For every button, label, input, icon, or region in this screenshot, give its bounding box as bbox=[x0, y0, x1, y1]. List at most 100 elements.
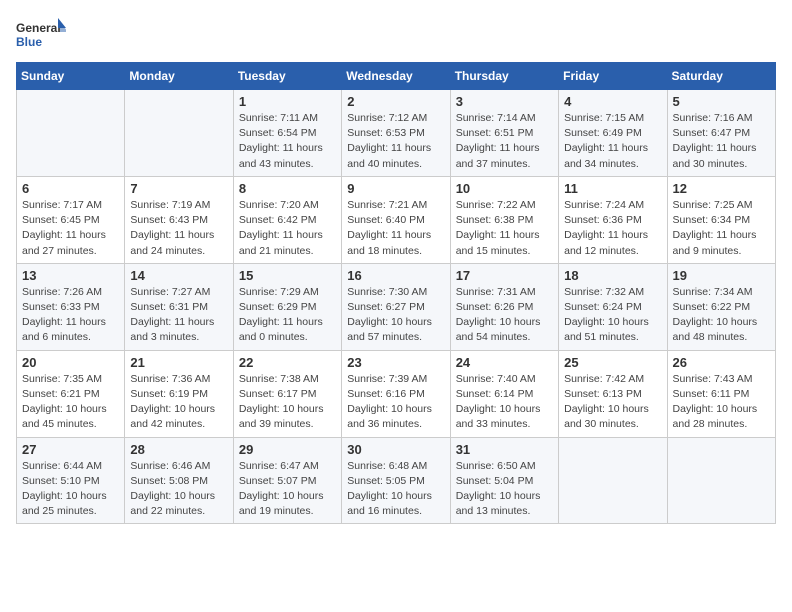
day-info: Sunrise: 7:25 AMSunset: 6:34 PMDaylight:… bbox=[673, 198, 770, 259]
svg-text:General: General bbox=[16, 21, 61, 35]
day-number: 31 bbox=[456, 442, 553, 457]
day-number: 23 bbox=[347, 355, 444, 370]
day-info: Sunrise: 7:22 AMSunset: 6:38 PMDaylight:… bbox=[456, 198, 553, 259]
day-info: Sunrise: 7:39 AMSunset: 6:16 PMDaylight:… bbox=[347, 372, 444, 433]
calendar-cell: 20Sunrise: 7:35 AMSunset: 6:21 PMDayligh… bbox=[17, 350, 125, 437]
day-info: Sunrise: 6:46 AMSunset: 5:08 PMDaylight:… bbox=[130, 459, 227, 520]
calendar-week-row: 20Sunrise: 7:35 AMSunset: 6:21 PMDayligh… bbox=[17, 350, 776, 437]
day-info: Sunrise: 7:24 AMSunset: 6:36 PMDaylight:… bbox=[564, 198, 661, 259]
calendar-cell: 7Sunrise: 7:19 AMSunset: 6:43 PMDaylight… bbox=[125, 176, 233, 263]
day-info: Sunrise: 7:32 AMSunset: 6:24 PMDaylight:… bbox=[564, 285, 661, 346]
day-info: Sunrise: 6:48 AMSunset: 5:05 PMDaylight:… bbox=[347, 459, 444, 520]
calendar-cell: 23 Sunrise: 7:39 AMSunset: 6:16 PMDayligh… bbox=[342, 350, 450, 437]
day-header-wednesday: Wednesday bbox=[342, 63, 450, 90]
calendar-cell: 17Sunrise: 7:31 AMSunset: 6:26 PMDayligh… bbox=[450, 263, 558, 350]
day-number: 27 bbox=[22, 442, 119, 457]
calendar-cell: 19Sunrise: 7:34 AMSunset: 6:22 PMDayligh… bbox=[667, 263, 775, 350]
day-header-saturday: Saturday bbox=[667, 63, 775, 90]
day-number: 1 bbox=[239, 94, 336, 109]
day-info: Sunrise: 7:29 AMSunset: 6:29 PMDaylight:… bbox=[239, 285, 336, 346]
day-info: Sunrise: 7:42 AMSunset: 6:13 PMDaylight:… bbox=[564, 372, 661, 433]
day-info: Sunrise: 7:21 AMSunset: 6:40 PMDaylight:… bbox=[347, 198, 444, 259]
day-number: 29 bbox=[239, 442, 336, 457]
day-number: 28 bbox=[130, 442, 227, 457]
calendar-cell: 4 Sunrise: 7:15 AMSunset: 6:49 PMDaylight… bbox=[559, 90, 667, 177]
calendar-cell: 14 Sunrise: 7:27 AMSunset: 6:31 PMDayligh… bbox=[125, 263, 233, 350]
day-number: 24 bbox=[456, 355, 553, 370]
day-number: 18 bbox=[564, 268, 661, 283]
logo: General Blue bbox=[16, 16, 66, 54]
day-number: 8 bbox=[239, 181, 336, 196]
calendar-cell bbox=[17, 90, 125, 177]
day-header-monday: Monday bbox=[125, 63, 233, 90]
day-info: Sunrise: 7:27 AMSunset: 6:31 PMDaylight:… bbox=[130, 285, 227, 346]
day-info: Sunrise: 6:47 AMSunset: 5:07 PMDaylight:… bbox=[239, 459, 336, 520]
day-number: 15 bbox=[239, 268, 336, 283]
calendar-cell: 28 Sunrise: 6:46 AMSunset: 5:08 PMDayligh… bbox=[125, 437, 233, 524]
day-info: Sunrise: 7:11 AMSunset: 6:54 PMDaylight:… bbox=[239, 111, 336, 172]
calendar-cell: 9Sunrise: 7:21 AMSunset: 6:40 PMDaylight… bbox=[342, 176, 450, 263]
calendar-cell: 26Sunrise: 7:43 AMSunset: 6:11 PMDayligh… bbox=[667, 350, 775, 437]
day-info: Sunrise: 7:36 AMSunset: 6:19 PMDaylight:… bbox=[130, 372, 227, 433]
calendar-cell: 5 Sunrise: 7:16 AMSunset: 6:47 PMDaylight… bbox=[667, 90, 775, 177]
day-info: Sunrise: 7:17 AMSunset: 6:45 PMDaylight:… bbox=[22, 198, 119, 259]
day-number: 10 bbox=[456, 181, 553, 196]
calendar-cell: 30 Sunrise: 6:48 AMSunset: 5:05 PMDayligh… bbox=[342, 437, 450, 524]
day-number: 16 bbox=[347, 268, 444, 283]
calendar-cell: 31 Sunrise: 6:50 AMSunset: 5:04 PMDayligh… bbox=[450, 437, 558, 524]
day-number: 30 bbox=[347, 442, 444, 457]
calendar-cell: 25 Sunrise: 7:42 AMSunset: 6:13 PMDayligh… bbox=[559, 350, 667, 437]
calendar-table: SundayMondayTuesdayWednesdayThursdayFrid… bbox=[16, 62, 776, 524]
calendar-cell: 6 Sunrise: 7:17 AMSunset: 6:45 PMDaylight… bbox=[17, 176, 125, 263]
day-header-tuesday: Tuesday bbox=[233, 63, 341, 90]
day-number: 13 bbox=[22, 268, 119, 283]
day-info: Sunrise: 7:20 AMSunset: 6:42 PMDaylight:… bbox=[239, 198, 336, 259]
day-number: 12 bbox=[673, 181, 770, 196]
calendar-week-row: 13Sunrise: 7:26 AMSunset: 6:33 PMDayligh… bbox=[17, 263, 776, 350]
calendar-cell: 18 Sunrise: 7:32 AMSunset: 6:24 PMDayligh… bbox=[559, 263, 667, 350]
day-header-friday: Friday bbox=[559, 63, 667, 90]
day-number: 14 bbox=[130, 268, 227, 283]
day-info: Sunrise: 7:31 AMSunset: 6:26 PMDaylight:… bbox=[456, 285, 553, 346]
calendar-cell: 12 Sunrise: 7:25 AMSunset: 6:34 PMDayligh… bbox=[667, 176, 775, 263]
day-info: Sunrise: 7:16 AMSunset: 6:47 PMDaylight:… bbox=[673, 111, 770, 172]
day-info: Sunrise: 6:50 AMSunset: 5:04 PMDaylight:… bbox=[456, 459, 553, 520]
calendar-cell: 11 Sunrise: 7:24 AMSunset: 6:36 PMDayligh… bbox=[559, 176, 667, 263]
day-number: 11 bbox=[564, 181, 661, 196]
calendar-cell: 24 Sunrise: 7:40 AMSunset: 6:14 PMDayligh… bbox=[450, 350, 558, 437]
day-number: 21 bbox=[130, 355, 227, 370]
calendar-cell bbox=[667, 437, 775, 524]
day-number: 7 bbox=[130, 181, 227, 196]
day-info: Sunrise: 6:44 AMSunset: 5:10 PMDaylight:… bbox=[22, 459, 119, 520]
calendar-cell bbox=[559, 437, 667, 524]
calendar-cell: 15 Sunrise: 7:29 AMSunset: 6:29 PMDayligh… bbox=[233, 263, 341, 350]
day-info: Sunrise: 7:15 AMSunset: 6:49 PMDaylight:… bbox=[564, 111, 661, 172]
calendar-cell: 22Sunrise: 7:38 AMSunset: 6:17 PMDayligh… bbox=[233, 350, 341, 437]
day-number: 6 bbox=[22, 181, 119, 196]
day-header-thursday: Thursday bbox=[450, 63, 558, 90]
day-number: 25 bbox=[564, 355, 661, 370]
day-number: 26 bbox=[673, 355, 770, 370]
day-number: 4 bbox=[564, 94, 661, 109]
day-info: Sunrise: 7:35 AMSunset: 6:21 PMDaylight:… bbox=[22, 372, 119, 433]
calendar-cell: 3Sunrise: 7:14 AMSunset: 6:51 PMDaylight… bbox=[450, 90, 558, 177]
calendar-week-row: 1 Sunrise: 7:11 AMSunset: 6:54 PMDaylight… bbox=[17, 90, 776, 177]
calendar-cell: 1 Sunrise: 7:11 AMSunset: 6:54 PMDaylight… bbox=[233, 90, 341, 177]
day-info: Sunrise: 7:40 AMSunset: 6:14 PMDaylight:… bbox=[456, 372, 553, 433]
calendar-header-row: SundayMondayTuesdayWednesdayThursdayFrid… bbox=[17, 63, 776, 90]
day-info: Sunrise: 7:14 AMSunset: 6:51 PMDaylight:… bbox=[456, 111, 553, 172]
day-info: Sunrise: 7:34 AMSunset: 6:22 PMDaylight:… bbox=[673, 285, 770, 346]
day-number: 2 bbox=[347, 94, 444, 109]
page-header: General Blue bbox=[16, 16, 776, 54]
calendar-week-row: 6 Sunrise: 7:17 AMSunset: 6:45 PMDaylight… bbox=[17, 176, 776, 263]
calendar-cell: 10 Sunrise: 7:22 AMSunset: 6:38 PMDayligh… bbox=[450, 176, 558, 263]
calendar-cell: 16Sunrise: 7:30 AMSunset: 6:27 PMDayligh… bbox=[342, 263, 450, 350]
day-info: Sunrise: 7:12 AMSunset: 6:53 PMDaylight:… bbox=[347, 111, 444, 172]
calendar-cell: 29 Sunrise: 6:47 AMSunset: 5:07 PMDayligh… bbox=[233, 437, 341, 524]
calendar-week-row: 27 Sunrise: 6:44 AMSunset: 5:10 PMDayligh… bbox=[17, 437, 776, 524]
calendar-cell: 2 Sunrise: 7:12 AMSunset: 6:53 PMDaylight… bbox=[342, 90, 450, 177]
svg-text:Blue: Blue bbox=[16, 35, 42, 49]
logo-svg: General Blue bbox=[16, 16, 66, 54]
day-info: Sunrise: 7:38 AMSunset: 6:17 PMDaylight:… bbox=[239, 372, 336, 433]
day-number: 5 bbox=[673, 94, 770, 109]
